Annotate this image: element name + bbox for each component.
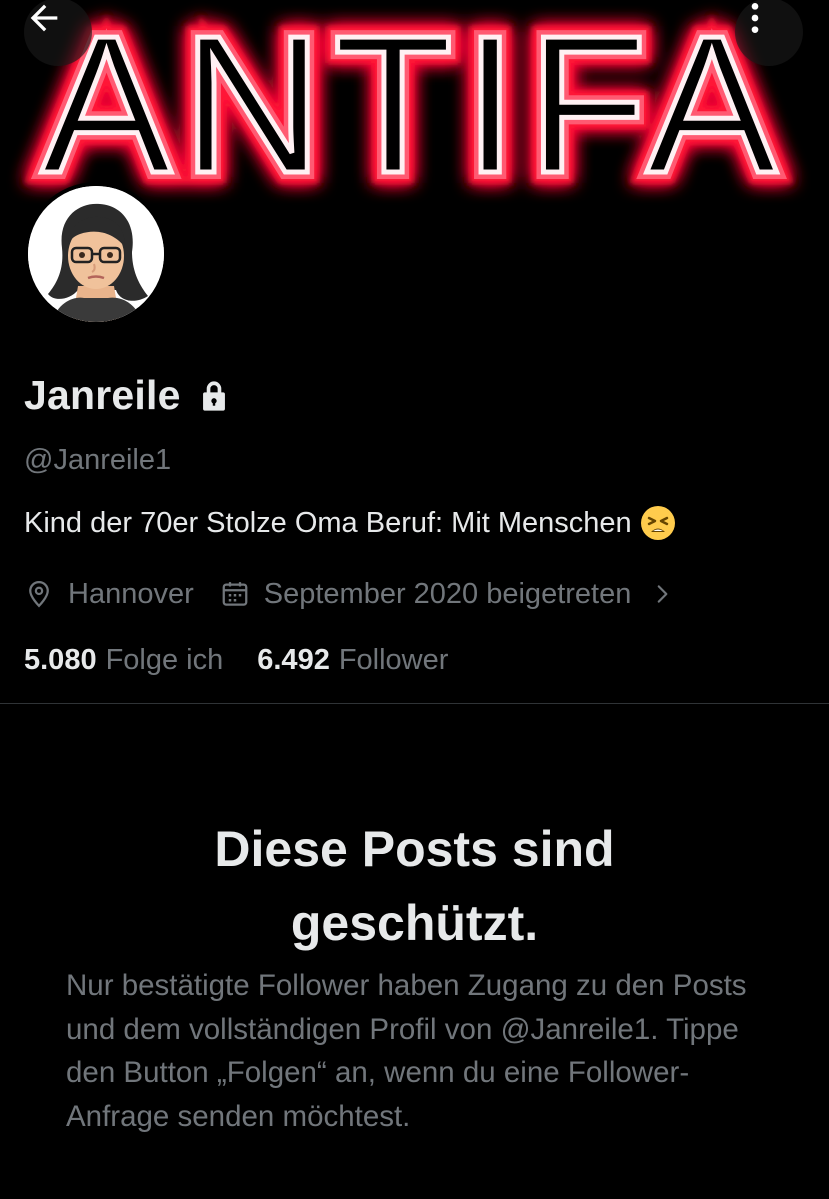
- display-name-row: Janreile: [24, 368, 229, 422]
- follow-stats: 5.080 Folge ich 6.492 Follower: [24, 638, 448, 682]
- join-date[interactable]: September 2020 beigetreten: [220, 578, 676, 611]
- following-label: Folge ich: [105, 643, 224, 676]
- location-pin-icon: [29, 580, 49, 608]
- protected-posts-title: Diese Posts sind geschützt.: [214, 821, 615, 951]
- profile-bio: Kind der 70er Stolze Oma Beruf: Mit Mens…: [24, 505, 676, 541]
- bio-text: Kind der 70er Stolze Oma Beruf: Mit Mens…: [24, 506, 632, 539]
- username-handle: @Janreile1: [24, 444, 172, 476]
- followers-count: 6.492: [257, 643, 330, 676]
- back-button[interactable]: [24, 0, 92, 66]
- following-link[interactable]: 5.080 Folge ich: [24, 644, 223, 677]
- chevron-right-icon: [658, 585, 668, 603]
- tired-face-emoji: [640, 506, 675, 540]
- following-count: 5.080: [24, 643, 97, 676]
- lock-icon: [202, 381, 225, 411]
- more-options-button[interactable]: [735, 0, 803, 66]
- avatar[interactable]: [24, 182, 168, 326]
- location-text: Hannover: [68, 577, 194, 610]
- bitmoji-avatar-image: [28, 186, 164, 322]
- protected-posts-message: Nur bestätigte Follower haben Zugang zu …: [66, 969, 747, 1134]
- followers-label: Follower: [338, 643, 449, 676]
- arrow-left-icon: [30, 4, 58, 32]
- more-vertical-icon: [751, 3, 759, 33]
- display-name: Janreile: [24, 371, 181, 418]
- section-divider: [0, 703, 829, 704]
- join-date-text: September 2020 beigetreten: [263, 577, 632, 610]
- calendar-icon: [222, 582, 248, 606]
- followers-link[interactable]: 6.492 Follower: [257, 644, 448, 677]
- banner-core-text: ANTIFA: [41, 0, 787, 214]
- location: Hannover: [24, 578, 194, 611]
- profile-meta: Hannover September 2020 beigetreten: [24, 572, 675, 616]
- profile-page: ANTIFA ANTIFA ANTIFA Janreile @Janreile1…: [0, 0, 829, 1199]
